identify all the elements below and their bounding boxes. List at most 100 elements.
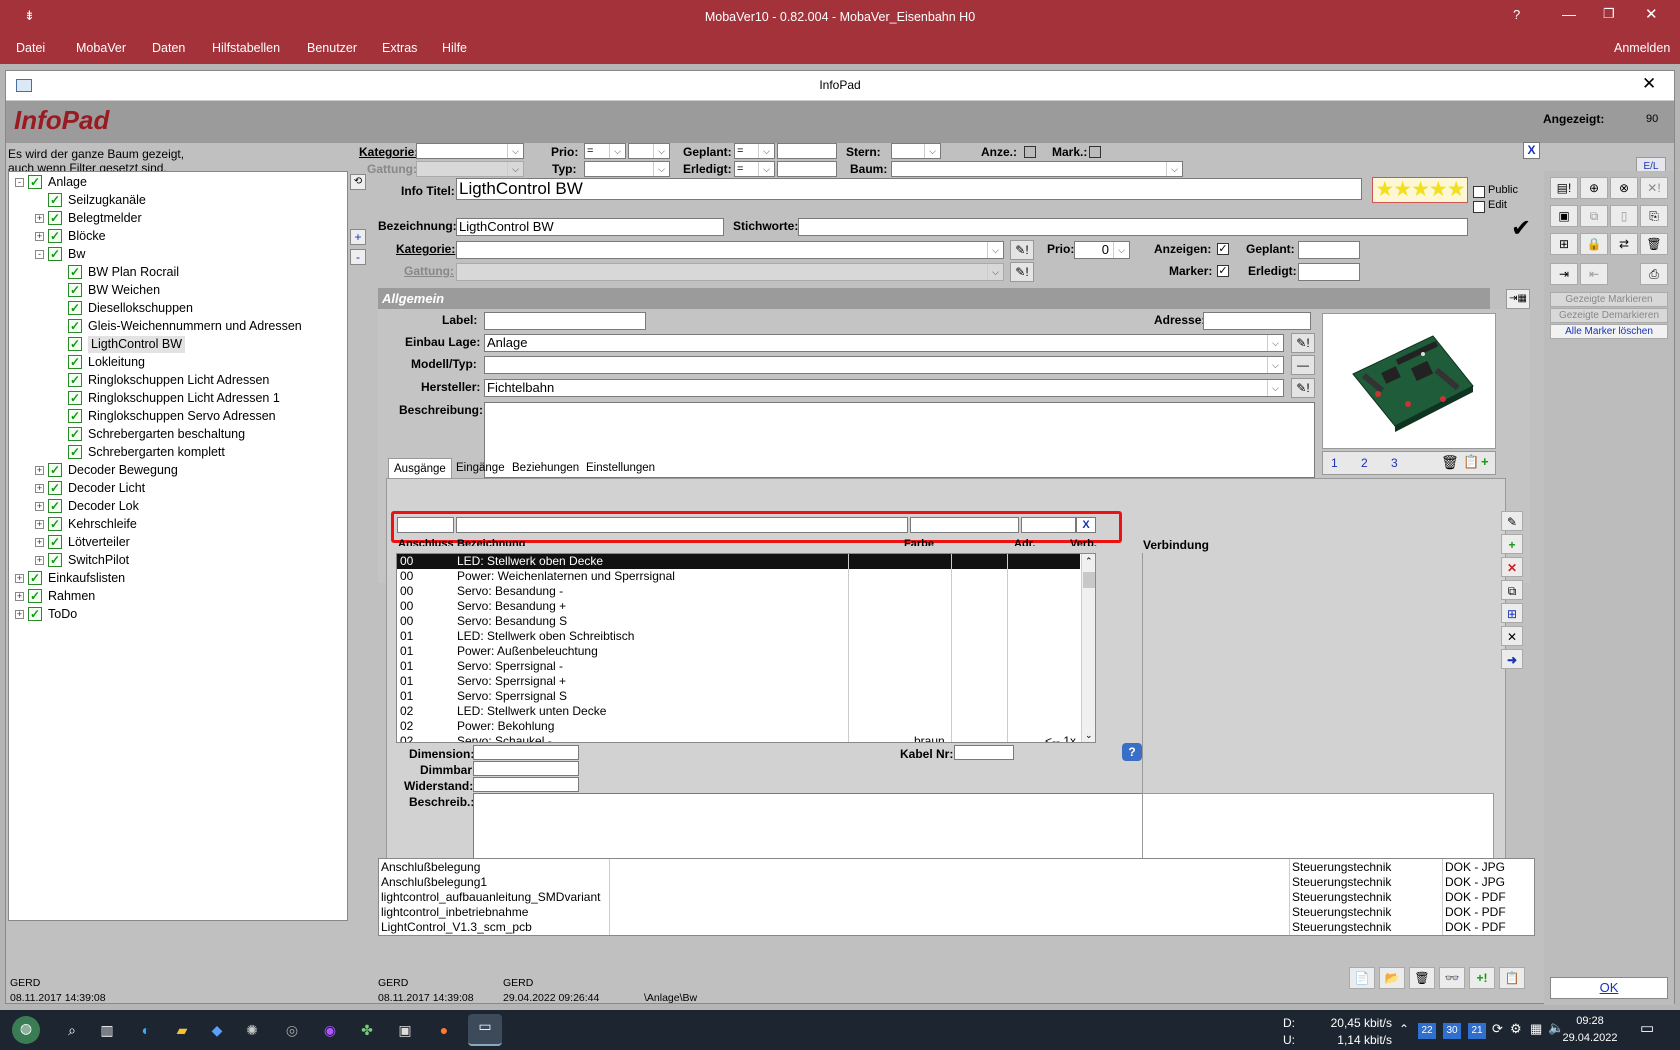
tree-item[interactable]: Ringlokschuppen Licht Adressen bbox=[88, 372, 269, 389]
clock-date[interactable]: 29.04.2022 bbox=[1562, 1032, 1618, 1044]
clear-marker-icon[interactable]: ✕! bbox=[1640, 177, 1668, 199]
marker-checkbox[interactable]: ✓ bbox=[1217, 265, 1229, 277]
scroll-down-icon[interactable]: ⌄ bbox=[1085, 730, 1093, 741]
document-row[interactable]: Anschlußbelegung1 Steuerungstechnik DOK - … bbox=[379, 875, 1534, 890]
close-icon[interactable]: ✕ bbox=[1645, 5, 1658, 23]
indent-icon[interactable]: ⇥ bbox=[1550, 263, 1578, 285]
tree-expander[interactable]: + bbox=[15, 592, 24, 601]
filter-erledigt-op[interactable]: = ⌵ bbox=[734, 161, 775, 177]
grid-unlink-icon[interactable]: ✕ bbox=[1501, 626, 1523, 646]
tree-refresh-icon[interactable]: ⟲ bbox=[350, 174, 366, 190]
hersteller-select[interactable]: Fichtelbahn ⌵ bbox=[484, 379, 1284, 397]
tray-network-icon[interactable]: ▦ bbox=[1530, 1021, 1542, 1037]
tree-checkbox[interactable]: ✓ bbox=[28, 571, 42, 585]
tree-expand-icon[interactable]: + bbox=[350, 229, 366, 245]
dimension-input[interactable] bbox=[473, 745, 579, 760]
kabel-nr-input[interactable] bbox=[954, 745, 1014, 760]
tree-checkbox[interactable]: ✓ bbox=[28, 607, 42, 621]
filter-baum-select[interactable]: ⌵ bbox=[891, 161, 1183, 177]
tab-ausgaenge[interactable]: Ausgänge bbox=[388, 458, 452, 478]
tree-item[interactable]: Ringlokschuppen Licht Adressen 1 bbox=[88, 390, 280, 407]
grid-scrollbar[interactable]: ⌃ ⌄ bbox=[1081, 554, 1095, 742]
filter-farbe-input[interactable] bbox=[910, 517, 1019, 533]
menu-extras[interactable]: Extras bbox=[382, 41, 417, 55]
tree-checkbox[interactable]: ✓ bbox=[68, 283, 82, 297]
filter-anschluss-input[interactable] bbox=[397, 517, 454, 533]
scroll-up-icon[interactable]: ⌃ bbox=[1085, 556, 1093, 567]
new-folder-icon[interactable]: ▣ bbox=[1550, 205, 1578, 227]
doc-open-icon[interactable]: 📄 bbox=[1349, 967, 1375, 989]
grid-delete-icon[interactable]: ✕ bbox=[1501, 557, 1523, 577]
grid-row[interactable]: 01 Power: Außenbeleuchtung bbox=[397, 644, 1080, 659]
notifications-icon[interactable]: ▭ bbox=[1640, 1019, 1654, 1037]
tree-item[interactable]: BW Plan Rocrail bbox=[88, 264, 179, 281]
prio-select[interactable]: 0 ⌵ bbox=[1074, 241, 1130, 259]
grid-row[interactable]: 02 Servo: Schaukel - braun <-- 1x bbox=[397, 734, 1080, 742]
grid-row[interactable]: 02 Power: Bekohlung bbox=[397, 719, 1080, 734]
stichworte-input[interactable] bbox=[798, 218, 1468, 236]
tree-checkbox[interactable]: ✓ bbox=[48, 517, 62, 531]
menu-hilfstabellen[interactable]: Hilfstabellen bbox=[212, 41, 280, 55]
info-titel-input[interactable]: LigthControl BW bbox=[456, 178, 1362, 200]
filter-gattung-select[interactable]: ⌵ bbox=[416, 161, 524, 177]
col-adr-header[interactable]: Adr. bbox=[1014, 538, 1035, 546]
allgemein-toggle-icon[interactable]: ⇥▦ bbox=[1506, 289, 1530, 309]
filter-adr-input[interactable] bbox=[1021, 517, 1076, 533]
tree-item[interactable]: Blöcke bbox=[68, 228, 106, 245]
image-tab-3[interactable]: 3 bbox=[1391, 456, 1398, 470]
image-tab-1[interactable]: 1 bbox=[1331, 456, 1338, 470]
tree-item[interactable]: Bw bbox=[68, 246, 85, 263]
lock-icon[interactable]: 🔒 bbox=[1580, 233, 1608, 255]
tree-checkbox[interactable]: ✓ bbox=[68, 445, 82, 459]
task-view-icon[interactable]: ▥ bbox=[95, 1018, 119, 1042]
grid-add-icon[interactable]: + bbox=[1501, 534, 1523, 554]
tree-checkbox[interactable]: ✓ bbox=[68, 373, 82, 387]
copy-record-icon[interactable]: ⧉ bbox=[1580, 205, 1608, 227]
ok-button[interactable]: OK bbox=[1550, 977, 1668, 999]
tree-expander[interactable]: + bbox=[35, 214, 44, 223]
tray-badge-2[interactable]: 30 bbox=[1443, 1023, 1461, 1039]
anzeigen-checkbox[interactable]: ✓ bbox=[1217, 243, 1229, 255]
tree-checkbox[interactable]: ✓ bbox=[68, 337, 82, 351]
col-verb-header[interactable]: Verb. bbox=[1070, 538, 1097, 546]
filter-anze-checkbox[interactable] bbox=[1024, 146, 1036, 158]
tree-expander[interactable]: + bbox=[15, 574, 24, 583]
doc-folder-icon[interactable]: 📂 bbox=[1379, 967, 1405, 989]
tree-checkbox[interactable]: ✓ bbox=[68, 319, 82, 333]
save-check-icon[interactable]: ✔ bbox=[1511, 214, 1531, 243]
col-bezeichnung-header[interactable]: Bezeichnung bbox=[457, 538, 525, 546]
dimmbar-input[interactable] bbox=[473, 761, 579, 776]
tree-item[interactable]: Diesellokschuppen bbox=[88, 300, 193, 317]
tree-expander[interactable]: + bbox=[35, 556, 44, 565]
login-link[interactable]: Anmelden bbox=[1614, 41, 1670, 55]
edit-checkbox[interactable] bbox=[1473, 201, 1485, 213]
menu-datei[interactable]: Datei bbox=[16, 41, 45, 55]
tree-item[interactable]: Kehrschleife bbox=[68, 516, 137, 533]
tray-sync-icon[interactable]: ⟳ bbox=[1492, 1021, 1503, 1037]
image-paste-icon[interactable]: 📋 bbox=[1463, 454, 1479, 470]
new-doc-icon[interactable]: ▯ bbox=[1610, 205, 1638, 227]
rating-stars[interactable]: ★★★★★ bbox=[1372, 177, 1468, 203]
tree-expander[interactable]: + bbox=[35, 484, 44, 493]
firefox-icon[interactable]: ● bbox=[432, 1018, 456, 1042]
tree-checkbox[interactable]: ✓ bbox=[48, 229, 62, 243]
einbau-edit-button[interactable]: ✎! bbox=[1291, 333, 1315, 353]
filter-erledigt-date[interactable] bbox=[777, 161, 837, 177]
gezeigte-markieren-button[interactable]: Gezeigte Markieren bbox=[1550, 292, 1668, 307]
image-tab-2[interactable]: 2 bbox=[1361, 456, 1368, 470]
filter-close-button[interactable]: X bbox=[1523, 142, 1540, 159]
tree-move-icon[interactable]: ⊞ bbox=[1550, 233, 1578, 255]
clock-time[interactable]: 09:28 bbox=[1566, 1015, 1614, 1027]
filter-typ-select[interactable]: ⌵ bbox=[584, 161, 670, 177]
gattung-select[interactable]: ⌵ bbox=[456, 263, 1004, 281]
explorer-icon[interactable]: ▰ bbox=[170, 1018, 194, 1042]
tray-badge-1[interactable]: 22 bbox=[1418, 1023, 1436, 1039]
search-icon[interactable]: ⌕ bbox=[60, 1018, 84, 1042]
filter-bezeichnung-input[interactable] bbox=[456, 517, 908, 533]
tree-checkbox[interactable]: ✓ bbox=[68, 409, 82, 423]
grid-row[interactable]: 00 Power: Weichenlaternen und Sperrsignal bbox=[397, 569, 1080, 584]
document-row[interactable]: lightcontrol_aufbauanleitung_SMDvariant S… bbox=[379, 890, 1534, 905]
kategorie-select[interactable]: ⌵ bbox=[456, 241, 1004, 259]
tree-item[interactable]: Rahmen bbox=[48, 588, 95, 605]
filter-prio-op[interactable]: = ⌵ bbox=[584, 143, 626, 159]
